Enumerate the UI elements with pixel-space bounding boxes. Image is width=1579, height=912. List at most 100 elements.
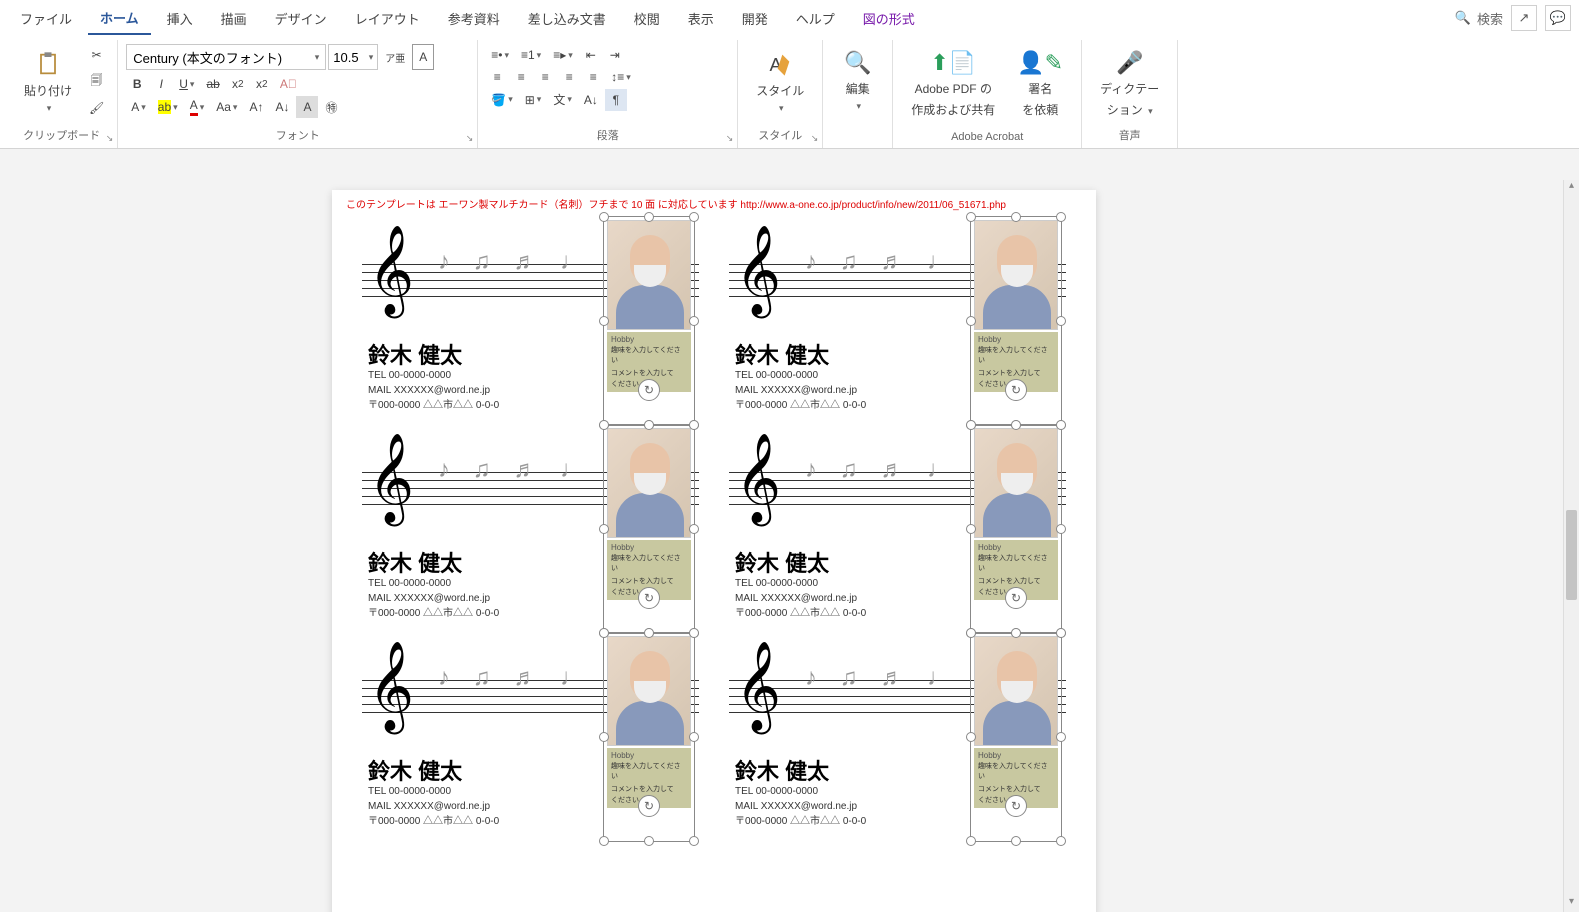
sort-button[interactable]: A↓ [579,89,603,111]
underline-button[interactable]: U▾ [174,73,199,95]
business-card: 𝄞 ♪ ♫ ♬ ♩ ♪ 鈴木 健太 TEL 00-0000-0000MAIL X… [362,635,699,843]
chevron-down-icon: ▾ [1148,106,1153,116]
selection-frame[interactable]: ↻ [603,632,695,842]
business-card: 𝄞 ♪ ♫ ♬ ♩ ♪ 鈴木 健太 TEL 00-0000-0000MAIL X… [362,219,699,427]
selection-frame[interactable]: ↻ [970,632,1062,842]
paste-button[interactable]: 貼り付け ▾ [14,44,82,120]
shrink-font-button[interactable]: A↓ [270,96,294,118]
enclose-characters-button[interactable]: ㊕ [320,96,342,119]
scrollbar-thumb[interactable] [1566,510,1577,600]
superscript-button[interactable]: x2 [251,73,273,95]
bullets-button[interactable]: ≡•▾ [486,44,514,66]
character-border-button[interactable]: A [412,44,434,70]
format-painter-button[interactable]: 🖌 [84,97,109,119]
rotate-handle-icon[interactable]: ↻ [638,795,660,817]
numbering-button[interactable]: ≡1▾ [516,44,546,66]
grow-font-button[interactable]: A↑ [244,96,268,118]
text-effects-button[interactable]: A▾ [126,96,151,118]
copy-button[interactable]: 🗐 [84,68,109,95]
template-notice: このテンプレートは エーワン製マルチカード（名刺）フチまで 10 面 に対応して… [332,190,1096,217]
align-center-button[interactable]: ≡ [510,66,532,88]
selection-frame[interactable]: ↻ [970,424,1062,634]
chevron-down-icon: ▾ [47,103,52,114]
phonetic-guide-button[interactable]: ア亜 [380,44,410,70]
card-contact: TEL 00-0000-0000MAIL XXXXXX@word.ne.jp〒0… [368,784,499,829]
tab-layout[interactable]: レイアウト [343,3,432,34]
copy-icon: 🗐 [91,71,103,92]
document-page: このテンプレートは エーワン製マルチカード（名刺）フチまで 10 面 に対応して… [332,190,1096,912]
justify-button[interactable]: ≡ [558,66,580,88]
music-notes-icon: ♪ ♫ ♬ ♩ ♪ [438,456,627,484]
tab-file[interactable]: ファイル [8,3,84,34]
distributed-button[interactable]: ≡ [582,66,604,88]
dialog-launcher-icon[interactable]: ↘ [811,133,819,144]
treble-clef-icon: 𝄞 [735,438,781,516]
dialog-launcher-icon[interactable]: ↘ [466,133,474,144]
tab-home[interactable]: ホーム [88,2,151,35]
multilevel-list-button[interactable]: ≡▸▾ [548,44,578,66]
bold-button[interactable]: B [126,73,148,95]
rotate-handle-icon[interactable]: ↻ [1005,795,1027,817]
align-left-button[interactable]: ≡ [486,66,508,88]
tab-picture-format[interactable]: 図の形式 [851,3,927,34]
tab-view[interactable]: 表示 [676,3,726,34]
cut-button[interactable]: ✂ [84,44,109,66]
asian-layout-button[interactable]: 文▾ [548,88,577,111]
dialog-launcher-icon[interactable]: ↘ [726,133,734,144]
card-contact: TEL 00-0000-0000MAIL XXXXXX@word.ne.jp〒0… [368,368,499,413]
treble-clef-icon: 𝄞 [735,646,781,724]
selection-frame[interactable]: ↻ [970,216,1062,426]
selection-frame[interactable]: ↻ [603,424,695,634]
tab-help[interactable]: ヘルプ [784,3,847,34]
rotate-handle-icon[interactable]: ↻ [638,587,660,609]
strikethrough-button[interactable]: ab [201,73,224,95]
document-canvas[interactable]: このテンプレートは エーワン製マルチカード（名刺）フチまで 10 面 に対応して… [0,180,1579,912]
tab-draw[interactable]: 描画 [209,3,259,34]
show-marks-button[interactable]: ¶ [605,89,627,111]
dialog-launcher-icon[interactable]: ↘ [106,133,114,144]
music-notes-icon: ♪ ♫ ♬ ♩ ♪ [805,248,994,276]
line-spacing-button[interactable]: ↕≡▾ [606,66,636,88]
subscript-button[interactable]: x2 [227,73,249,95]
shading-button[interactable]: 🪣▾ [486,89,517,111]
scroll-down-icon[interactable]: ▾ [1564,896,1579,912]
card-contact: TEL 00-0000-0000MAIL XXXXXX@word.ne.jp〒0… [735,368,866,413]
character-shading-button[interactable]: A [296,96,318,118]
highlight-button[interactable]: ab▾ [153,96,183,118]
editing-button[interactable]: 🔍 編集 ▾ [831,44,884,118]
dictate-button[interactable]: 🎤 ディクテー ション ▾ [1090,44,1169,124]
create-pdf-button[interactable]: ⬆📄 Adobe PDF の 作成および共有 [901,44,1005,124]
rotate-handle-icon[interactable]: ↻ [1005,379,1027,401]
borders-button[interactable]: ⊞▾ [520,89,547,111]
business-card: 𝄞 ♪ ♫ ♬ ♩ ♪ 鈴木 健太 TEL 00-0000-0000MAIL X… [729,219,1066,427]
font-color-button[interactable]: A▾ [185,95,210,119]
request-signature-button[interactable]: 👤✎ 署名 を依頼 [1007,44,1073,124]
styles-button[interactable]: A スタイル ▾ [746,44,814,120]
music-notes-icon: ♪ ♫ ♬ ♩ ♪ [805,456,994,484]
italic-button[interactable]: I [150,73,172,95]
font-size-combo[interactable]: 10.5 ▾ [328,44,378,70]
rotate-handle-icon[interactable]: ↻ [638,379,660,401]
selection-frame[interactable]: ↻ [603,216,695,426]
tab-mailings[interactable]: 差し込み文書 [516,3,618,34]
business-card: 𝄞 ♪ ♫ ♬ ♩ ♪ 鈴木 健太 TEL 00-0000-0000MAIL X… [362,427,699,635]
increase-indent-button[interactable]: ⇥ [604,44,626,66]
tab-references[interactable]: 参考資料 [436,3,512,34]
font-name-combo[interactable]: Century (本文のフォント) ▾ [126,44,326,70]
share-icon: ↗ [1519,10,1530,26]
tab-design[interactable]: デザイン [263,3,339,34]
search-box[interactable]: 🔍 検索 [1455,9,1503,28]
rotate-handle-icon[interactable]: ↻ [1005,587,1027,609]
change-case-button[interactable]: Aa▾ [211,96,242,118]
signature-icon: 👤✎ [1017,50,1063,76]
share-button[interactable]: ↗ [1511,5,1537,31]
clear-formatting-button[interactable]: A⃠ [275,73,302,95]
tab-developer[interactable]: 開発 [730,3,780,34]
tab-review[interactable]: 校閲 [622,3,672,34]
vertical-scrollbar[interactable]: ▴ ▾ [1563,180,1579,912]
comments-button[interactable]: 💬 [1545,5,1571,31]
decrease-indent-button[interactable]: ⇤ [580,44,602,66]
scroll-up-icon[interactable]: ▴ [1564,180,1579,196]
align-right-button[interactable]: ≡ [534,66,556,88]
tab-insert[interactable]: 挿入 [155,3,205,34]
